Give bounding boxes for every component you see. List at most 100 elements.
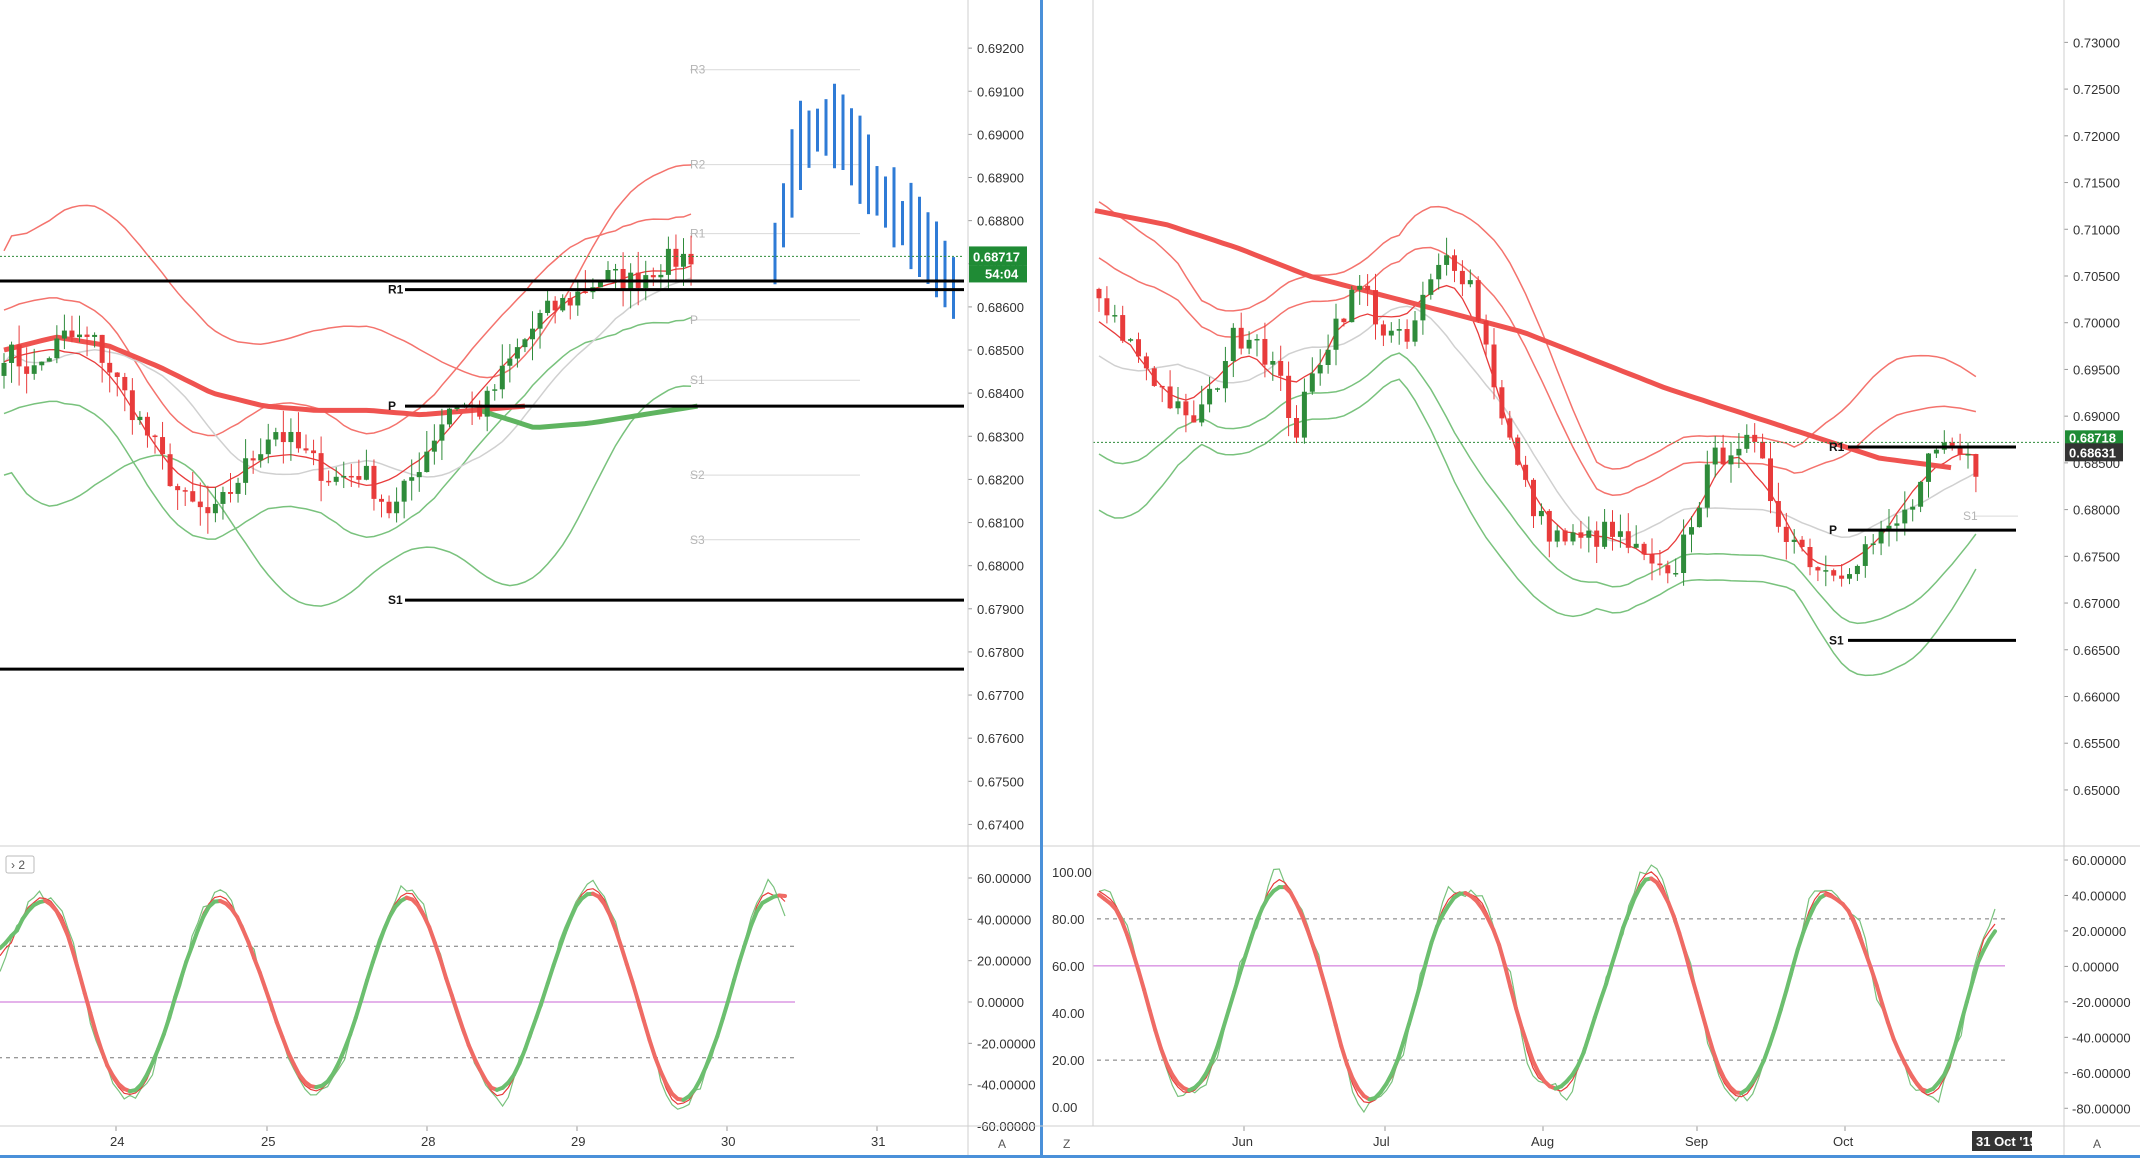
candle[interactable] [1436, 264, 1442, 280]
candle[interactable] [1278, 360, 1284, 376]
time-tick-label[interactable]: 30 [721, 1134, 735, 1149]
candle[interactable] [673, 248, 679, 267]
right-candles[interactable] [1096, 237, 1979, 587]
candle[interactable] [582, 291, 588, 294]
left-price-axis[interactable]: 0.69200 0.69100 0.69000 0.68900 0.68800 0.687… [968, 41, 1027, 832]
candle[interactable] [92, 334, 98, 337]
candle[interactable] [318, 453, 324, 481]
candle[interactable] [514, 347, 520, 359]
candle[interactable] [1215, 388, 1220, 390]
candle[interactable] [1507, 418, 1513, 438]
candle[interactable] [1610, 521, 1615, 537]
candle[interactable] [235, 482, 241, 494]
candle[interactable] [220, 492, 226, 504]
right-price-axis[interactable]: 0.73000 0.72500 0.72000 0.71500 0.71000 0.705… [2064, 35, 2123, 798]
candle[interactable] [265, 439, 271, 455]
candle[interactable] [295, 431, 301, 449]
candle[interactable] [1602, 521, 1608, 547]
candle[interactable] [1617, 531, 1623, 537]
candle[interactable] [454, 407, 460, 410]
candle[interactable] [1554, 530, 1560, 542]
candle[interactable] [1333, 318, 1339, 350]
candle[interactable] [1373, 290, 1378, 325]
candle[interactable] [1815, 567, 1821, 571]
candle[interactable] [1428, 279, 1434, 295]
candle[interactable] [1578, 532, 1584, 538]
candle[interactable] [1286, 375, 1292, 418]
candle[interactable] [228, 492, 233, 494]
candle[interactable] [1499, 387, 1505, 419]
time-tick-label[interactable]: 24 [110, 1134, 124, 1149]
candle[interactable] [613, 268, 619, 271]
candle[interactable] [1807, 546, 1813, 568]
candle[interactable] [1562, 530, 1568, 542]
candle[interactable] [137, 416, 143, 421]
candle[interactable] [356, 476, 362, 480]
time-tick-label[interactable]: 31 [871, 1134, 885, 1149]
candle[interactable] [1175, 401, 1181, 409]
candle[interactable] [144, 416, 150, 436]
candle[interactable] [1341, 318, 1347, 323]
candle[interactable] [560, 298, 566, 311]
candle[interactable] [1633, 543, 1639, 548]
candle[interactable] [537, 313, 543, 329]
candle[interactable] [545, 300, 551, 314]
time-tick-label[interactable]: Oct [1833, 1134, 1854, 1149]
candle[interactable] [1910, 506, 1916, 510]
candle[interactable] [333, 476, 339, 482]
left-intraday-chart[interactable]: R3 R2 R1 P S1 S2 S3 R1 P S1 0.69200 0.69100 0.6900… [0, 41, 1036, 1151]
candle[interactable] [280, 432, 286, 443]
candle[interactable] [1254, 338, 1260, 341]
candle[interactable] [288, 431, 294, 443]
candle[interactable] [1657, 563, 1663, 566]
candle[interactable] [1933, 449, 1939, 454]
candle[interactable] [197, 501, 203, 508]
time-tick-label[interactable]: 28 [421, 1134, 435, 1149]
candle[interactable] [341, 475, 347, 478]
candle[interactable] [1515, 437, 1521, 465]
candle[interactable] [311, 450, 317, 454]
candle[interactable] [1420, 294, 1426, 321]
candle[interactable] [39, 361, 45, 366]
time-tick-label[interactable]: Sep [1685, 1134, 1708, 1149]
candle[interactable] [1546, 510, 1552, 542]
candle[interactable] [1625, 531, 1631, 548]
candle[interactable] [371, 465, 377, 499]
candle[interactable] [605, 270, 611, 281]
candle[interactable] [446, 408, 452, 425]
candle[interactable] [77, 334, 82, 338]
candle[interactable] [658, 274, 664, 278]
candle[interactable] [160, 437, 166, 455]
candle[interactable] [650, 275, 656, 278]
candle[interactable] [1167, 386, 1173, 409]
candle[interactable] [379, 498, 384, 502]
candle[interactable] [552, 300, 558, 311]
candle[interactable] [1870, 543, 1876, 545]
candle[interactable] [1270, 360, 1276, 365]
candle[interactable] [1736, 448, 1742, 456]
candle[interactable] [1704, 464, 1710, 508]
left-stochastic-panel[interactable] [0, 878, 795, 1110]
candle[interactable] [1444, 255, 1450, 265]
candle[interactable] [1570, 532, 1576, 542]
candle[interactable] [1847, 574, 1852, 579]
right-daily-chart[interactable]: S1 R1PS1 0.730000.725000.720000.715000.7… [1052, 35, 2131, 1151]
candle[interactable] [1238, 327, 1244, 349]
candle[interactable] [1183, 401, 1189, 416]
candle[interactable] [205, 507, 211, 514]
candle[interactable] [1831, 570, 1837, 576]
candle[interactable] [1191, 415, 1197, 423]
auto-scale-button[interactable]: A [2093, 1137, 2101, 1151]
candle[interactable] [1926, 453, 1931, 482]
candle[interactable] [1475, 280, 1481, 321]
candle[interactable] [522, 339, 528, 348]
candle[interactable] [1973, 454, 1979, 477]
candle[interactable] [1222, 361, 1228, 389]
candle[interactable] [9, 344, 15, 363]
candle[interactable] [107, 362, 113, 373]
candle[interactable] [273, 432, 279, 440]
candle[interactable] [152, 435, 158, 438]
candle[interactable] [1151, 368, 1157, 386]
candle[interactable] [1349, 289, 1355, 323]
candle[interactable] [1854, 565, 1860, 575]
